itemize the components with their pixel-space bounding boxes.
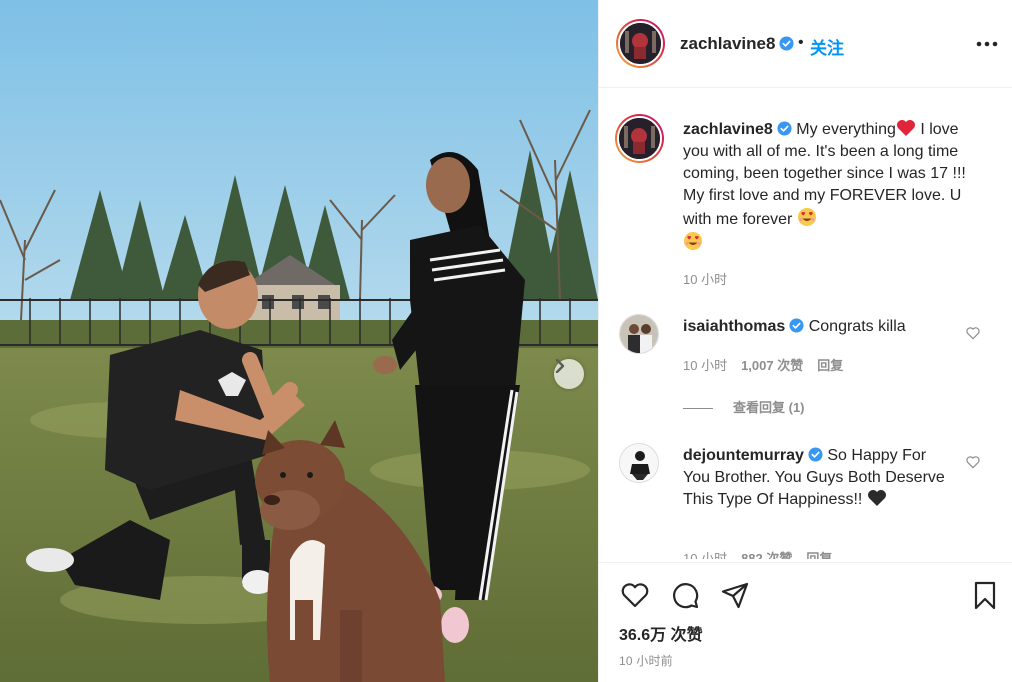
next-photo-button[interactable]	[554, 359, 584, 389]
author-username-text[interactable]: zachlavine8	[680, 34, 775, 53]
follow-button[interactable]: 关注	[810, 34, 844, 59]
replies-divider	[683, 408, 713, 410]
post-actions: 36.6万 次赞 10 小时前	[599, 562, 1012, 682]
chevron-right-icon	[555, 359, 565, 373]
comment-like-count[interactable]: 1,007 次赞	[741, 358, 803, 373]
comment-like-count[interactable]: 882 次赞	[741, 551, 792, 559]
caption-text-part1: My everything	[791, 121, 896, 138]
view-replies-button[interactable]: 查看回复 (1)	[683, 397, 805, 416]
comment-meta: 10 小时 882 次赞 回复	[683, 548, 832, 559]
verified-badge-icon	[789, 318, 804, 333]
post-photo[interactable]	[0, 0, 598, 682]
caption-avatar[interactable]	[615, 114, 664, 163]
heart-eyes-emoji	[797, 208, 816, 226]
comment-time[interactable]: 10 小时	[683, 551, 727, 559]
comment-body: Congrats killa	[804, 318, 906, 335]
comment-text: isaiahthomas Congrats killa	[683, 316, 973, 338]
reply-button[interactable]: 回复	[817, 358, 843, 373]
bookmark-icon[interactable]	[969, 579, 1001, 611]
verified-badge-icon	[779, 36, 794, 51]
caption-text: zachlavine8 My everything I love you wit…	[683, 119, 983, 255]
comment-username[interactable]: dejountemurray	[683, 447, 804, 464]
like-count[interactable]: 36.6万 次赞	[619, 621, 703, 645]
author-username[interactable]: zachlavine8	[680, 34, 794, 54]
author-avatar[interactable]	[616, 19, 665, 68]
header-separator: •	[798, 34, 804, 51]
comments-list[interactable]: zachlavine8 My everything I love you wit…	[599, 89, 1012, 559]
comment-avatar[interactable]	[619, 314, 659, 354]
verified-badge-icon	[777, 121, 792, 136]
heart-icon[interactable]	[965, 325, 981, 341]
verified-badge-icon	[808, 447, 823, 462]
commenter-avatar-image	[620, 315, 658, 353]
author-avatar-image	[620, 23, 661, 64]
more-options-icon[interactable]	[971, 34, 1003, 54]
black-heart-emoji	[867, 490, 886, 506]
caption-time[interactable]: 10 小时	[683, 272, 727, 287]
caption-avatar-image	[619, 118, 660, 159]
comment-icon[interactable]	[669, 579, 701, 611]
comment-meta: 10 小时 1,007 次赞 回复	[683, 355, 843, 374]
comment-text: dejountemurray So Happy For You Brother.…	[683, 445, 953, 511]
comment-time[interactable]: 10 小时	[683, 358, 727, 373]
proposal-photo-image	[0, 0, 598, 682]
heart-eyes-emoji	[684, 232, 702, 250]
heart-icon[interactable]	[965, 454, 981, 470]
post-header: zachlavine8 • 关注	[599, 0, 1012, 88]
caption-meta: 10 小时	[683, 269, 727, 288]
post-side-panel: zachlavine8 • 关注 zachlavine8 My everythi…	[598, 0, 1012, 682]
red-heart-emoji	[896, 120, 915, 136]
caption-username[interactable]: zachlavine8	[683, 121, 773, 138]
view-replies-label: 查看回复 (1)	[733, 400, 805, 415]
post-timestamp[interactable]: 10 小时前	[619, 652, 673, 669]
commenter-avatar-image	[620, 444, 658, 482]
share-icon[interactable]	[719, 579, 751, 611]
like-heart-icon[interactable]	[619, 579, 651, 611]
comment-avatar[interactable]	[619, 443, 659, 483]
reply-button[interactable]: 回复	[806, 551, 832, 559]
comment-username[interactable]: isaiahthomas	[683, 318, 785, 335]
